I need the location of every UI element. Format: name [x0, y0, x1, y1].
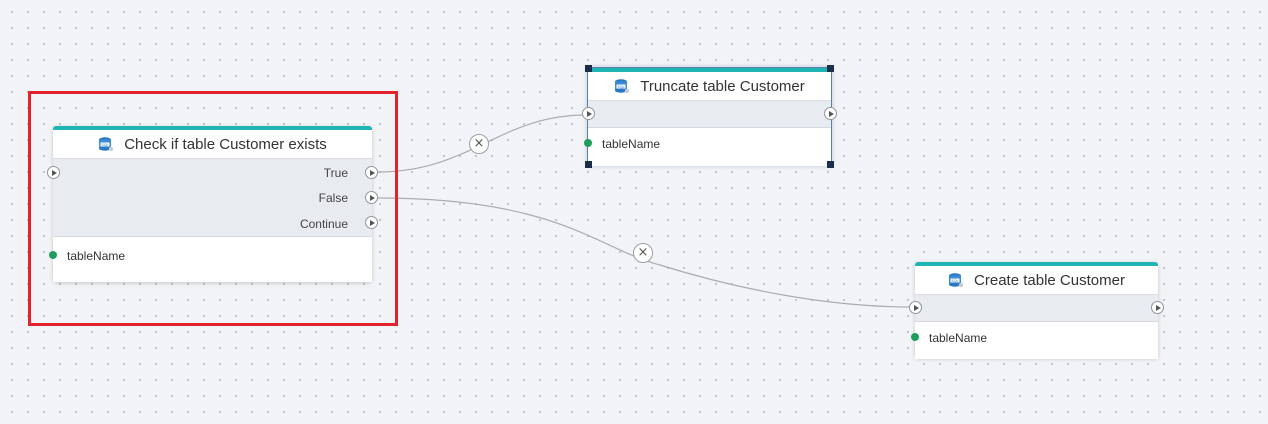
param-port-tablename[interactable]	[584, 139, 592, 147]
annotation-highlight-box	[28, 91, 398, 326]
resize-handle-top-right[interactable]	[827, 65, 834, 72]
resize-handle-bottom-left[interactable]	[585, 161, 592, 168]
input-port[interactable]	[582, 107, 595, 120]
input-port[interactable]	[909, 301, 922, 314]
node-params-section: tableName	[584, 128, 831, 166]
node-header[interactable]: SQL Create table Customer	[915, 266, 1158, 295]
param-label-tablename: tableName	[929, 331, 988, 345]
node-flow-section	[909, 295, 1164, 322]
workflow-canvas[interactable]: × × SQL Check if table Customer exists T…	[0, 0, 1268, 424]
sql-database-icon: SQL	[615, 79, 630, 94]
output-port[interactable]	[824, 107, 837, 120]
resize-handle-top-left[interactable]	[585, 65, 592, 72]
delete-connection-button[interactable]: ×	[469, 134, 489, 154]
output-port[interactable]	[1151, 301, 1164, 314]
node-truncate-table[interactable]: SQL Truncate table Customer tableName	[582, 65, 837, 168]
node-title: Truncate table Customer	[640, 77, 805, 95]
resize-handle-bottom-right[interactable]	[827, 161, 834, 168]
sql-database-icon: SQL	[949, 273, 964, 288]
node-header[interactable]: SQL Truncate table Customer	[588, 72, 831, 101]
node-params-section: tableName	[911, 322, 1158, 359]
node-flow-section	[582, 101, 837, 128]
node-title: Create table Customer	[974, 271, 1125, 289]
param-port-tablename[interactable]	[911, 333, 919, 341]
delete-connection-button[interactable]: ×	[633, 243, 653, 263]
svg-text:SQL: SQL	[618, 85, 625, 89]
node-create-table[interactable]: SQL Create table Customer tableName	[909, 262, 1164, 359]
param-label-tablename: tableName	[602, 137, 661, 151]
svg-text:SQL: SQL	[951, 279, 958, 283]
